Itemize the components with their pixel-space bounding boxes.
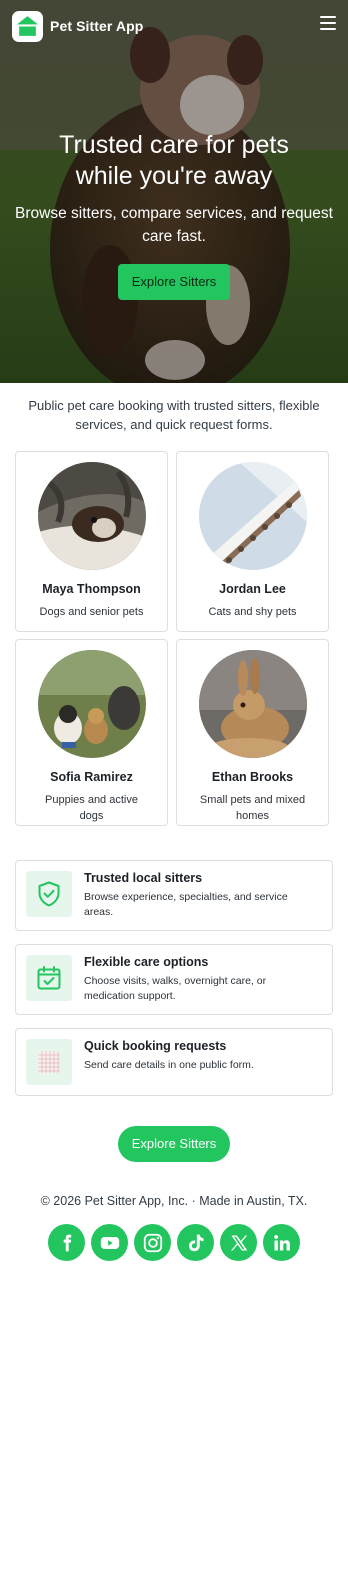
explore-sitters-button-bottom[interactable]: Explore Sitters [117, 1126, 231, 1162]
sitter-card[interactable]: Sofia Ramirez Puppies and active dogs [15, 639, 168, 826]
brand-name[interactable]: Pet Sitter App [50, 18, 143, 34]
sitter-photo [37, 462, 146, 570]
sitter-photo [37, 650, 146, 758]
sitter-specialty: Small pets and mixed homes [199, 794, 306, 822]
sitter-card[interactable]: Ethan Brooks Small pets and mixed homes [176, 639, 329, 826]
hero-section: Trusted care for pets while you're away … [0, 0, 348, 383]
hero-subtitle: Browse sitters, compare services, and re… [15, 205, 333, 245]
sitter-grid: Maya Thompson Dogs and senior pets Jorda… [15, 451, 333, 826]
copyright-text: © 2026 Pet Sitter App, Inc. · Made in Au… [40, 1194, 308, 1208]
feature-title: Flexible care options [84, 955, 209, 969]
feature-icon-box [26, 955, 72, 1001]
linkedin-icon[interactable] [263, 1224, 300, 1261]
feature-desc: Browse experience, specialties, and serv… [84, 891, 288, 918]
shield-check-icon [38, 881, 60, 907]
intro-text: Public pet care booking with trusted sit… [28, 398, 320, 432]
sitter-name: Sofia Ramirez [50, 770, 133, 784]
features-list: Trusted local sitters Browse experience,… [15, 860, 333, 1109]
feature-icon-box [26, 871, 72, 917]
feature-title: Trusted local sitters [84, 871, 203, 885]
hero-title: Trusted care for pets while you're away [59, 131, 289, 190]
tiktok-icon[interactable] [177, 1224, 214, 1261]
bottom-cta: Explore Sitters [0, 1126, 348, 1162]
logo[interactable] [12, 10, 43, 42]
facebook-icon[interactable] [48, 1224, 85, 1261]
sitter-name: Maya Thompson [42, 582, 141, 596]
feature-icon-box [26, 1039, 72, 1085]
instagram-icon[interactable] [134, 1224, 171, 1261]
hero-content: Trusted care for pets while you're away … [0, 130, 348, 300]
feature-card: Flexible care options Choose visits, wal… [15, 944, 333, 1015]
sitter-specialty: Dogs and senior pets [39, 606, 144, 618]
sitter-name: Ethan Brooks [211, 770, 294, 784]
feature-card: Quick booking requests Send care details… [15, 1028, 333, 1096]
house-icon [17, 15, 38, 36]
social-links [0, 1224, 348, 1261]
sitter-card[interactable]: Jordan Lee Cats and shy pets [176, 451, 329, 632]
feature-title: Quick booking requests [84, 1039, 227, 1053]
youtube-icon[interactable] [91, 1224, 128, 1261]
calendar-check-icon [37, 966, 61, 990]
sitter-photo [198, 462, 307, 570]
sitter-specialty: Cats and shy pets [208, 606, 297, 618]
sitter-specialty: Puppies and active dogs [45, 794, 138, 822]
notepad-icon [38, 1051, 60, 1073]
explore-sitters-button[interactable]: Explore Sitters [117, 264, 231, 300]
top-nav: Pet Sitter App [0, 0, 348, 52]
x-icon[interactable] [220, 1224, 257, 1261]
feature-desc: Choose visits, walks, overnight care, or… [84, 975, 267, 1002]
sitter-card[interactable]: Maya Thompson Dogs and senior pets [15, 451, 168, 632]
sitter-name: Jordan Lee [219, 582, 286, 596]
feature-desc: Send care details in one public form. [84, 1059, 254, 1071]
sitter-photo [198, 650, 307, 758]
hamburger-menu-icon[interactable] [320, 16, 336, 30]
feature-card: Trusted local sitters Browse experience,… [15, 860, 333, 931]
